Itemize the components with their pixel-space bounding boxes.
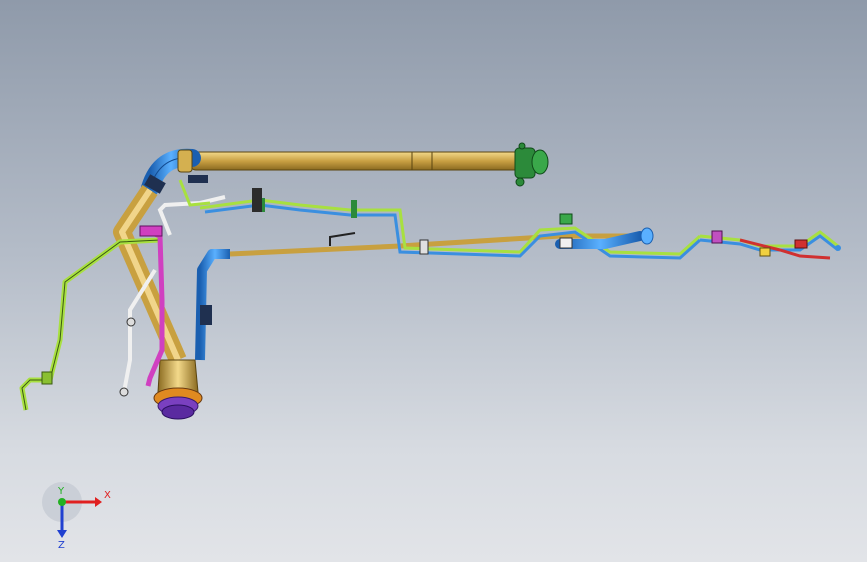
3d-viewport[interactable]: X Y Z (0, 0, 867, 562)
right-end-bundle[interactable] (699, 230, 841, 260)
orientation-triad[interactable]: X Y Z (40, 480, 120, 550)
z-axis-arrowhead (57, 530, 67, 538)
end-fitting-green[interactable] (514, 142, 549, 187)
z-axis-label: Z (58, 540, 65, 550)
y-axis-label: Y (57, 486, 65, 497)
x-axis-label: X (104, 490, 111, 501)
blue-vertical-hose[interactable] (195, 249, 230, 361)
y-axis-dot (58, 498, 66, 506)
main-horizontal-tube[interactable] (189, 151, 523, 171)
x-axis-arrowhead (95, 497, 102, 507)
base-flange[interactable] (153, 359, 203, 420)
pipe-assembly-model[interactable] (0, 0, 867, 562)
blue-elbow-coupling[interactable] (141, 148, 201, 197)
